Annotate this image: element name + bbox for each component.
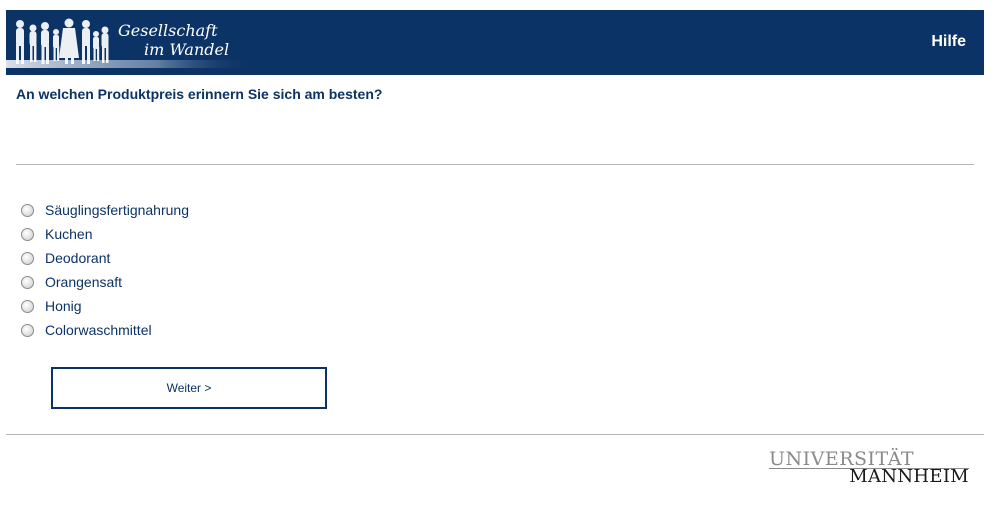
- answer-options: Säuglingsfertignahrung Kuchen Deodorant …: [20, 198, 189, 342]
- option-label: Säuglingsfertignahrung: [45, 202, 189, 218]
- logo-line-1: Gesellschaft: [118, 21, 218, 40]
- radio-button[interactable]: [21, 203, 34, 217]
- option-orangensaft[interactable]: Orangensaft: [20, 270, 189, 294]
- logo-wordmark: Gesellschaft im Wandel: [118, 21, 229, 59]
- option-deodorant[interactable]: Deodorant: [20, 246, 189, 270]
- option-label: Honig: [45, 298, 82, 314]
- option-honig[interactable]: Honig: [20, 294, 189, 318]
- radio-button[interactable]: [21, 299, 34, 313]
- help-link[interactable]: Hilfe: [931, 33, 966, 51]
- option-label: Deodorant: [45, 250, 111, 266]
- radio-button[interactable]: [21, 251, 34, 265]
- radio-button[interactable]: [21, 227, 34, 241]
- footer-divider: [6, 434, 984, 435]
- option-label: Colorwaschmittel: [45, 322, 152, 338]
- option-colorwaschmittel[interactable]: Colorwaschmittel: [20, 318, 189, 342]
- option-label: Kuchen: [45, 226, 93, 242]
- header-banner: Gesellschaft im Wandel Hilfe: [6, 10, 984, 75]
- university-logo-line-2: MANNHEIM: [849, 466, 969, 487]
- question-text: An welchen Produktpreis erinnern Sie sic…: [16, 86, 383, 102]
- option-label: Orangensaft: [45, 274, 123, 290]
- question-divider: [16, 164, 974, 165]
- logo-line-2: im Wandel: [144, 40, 230, 59]
- radio-button[interactable]: [21, 275, 34, 289]
- option-kuchen[interactable]: Kuchen: [20, 222, 189, 246]
- next-button[interactable]: Weiter >: [51, 367, 327, 409]
- option-saeuglingsfertignahrung[interactable]: Säuglingsfertignahrung: [20, 198, 189, 222]
- university-mannheim-logo: UNIVERSITÄT MANNHEIM: [769, 449, 973, 489]
- radio-button[interactable]: [21, 323, 34, 337]
